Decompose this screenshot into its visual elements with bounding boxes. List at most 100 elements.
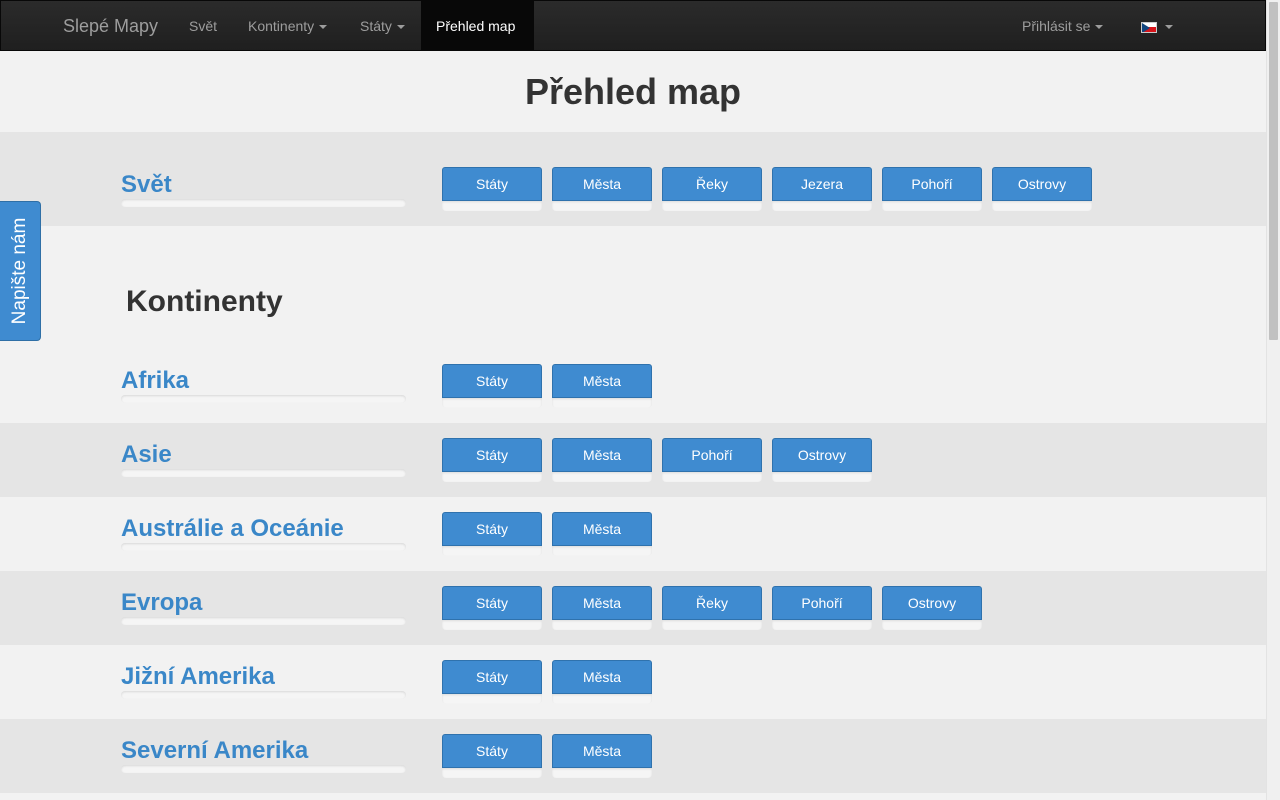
map-button[interactable]: Státy (442, 734, 542, 778)
map-button[interactable]: Města (552, 586, 652, 630)
map-button-progress (442, 620, 542, 630)
progress-bar (121, 765, 406, 773)
continent-row: Austrálie a Oceánie Státy Města (0, 497, 1266, 571)
map-button-label: Státy (442, 660, 542, 694)
login-dropdown[interactable]: Přihlásit se (1007, 1, 1118, 51)
continent-title[interactable]: Jižní Amerika (121, 663, 275, 691)
map-button-label: Státy (442, 438, 542, 472)
map-button[interactable]: Státy (442, 660, 542, 704)
map-button[interactable]: Města (552, 438, 652, 482)
map-button-progress (662, 620, 762, 630)
map-button[interactable]: Řeky (662, 586, 762, 630)
map-button[interactable]: Ostrovy (992, 167, 1092, 211)
map-button-label: Města (552, 167, 652, 201)
world-title[interactable]: Svět (121, 171, 172, 199)
section-title: Kontinenty (126, 285, 283, 318)
scrollbar[interactable] (1266, 0, 1280, 800)
continent-row: Jižní Amerika Státy Města (0, 645, 1266, 719)
map-button-progress (772, 620, 872, 630)
map-button-label: Města (552, 660, 652, 694)
map-button[interactable]: Státy (442, 512, 542, 556)
map-button[interactable]: Státy (442, 438, 542, 482)
map-button[interactable]: Státy (442, 167, 542, 211)
map-button-progress (552, 201, 652, 211)
map-button[interactable]: Ostrovy (882, 586, 982, 630)
map-button-progress (552, 472, 652, 482)
map-button-label: Pohoří (772, 586, 872, 620)
language-dropdown[interactable] (1126, 1, 1188, 51)
nav-item-label: Kontinenty (248, 18, 315, 34)
map-button-label: Města (552, 586, 652, 620)
map-button[interactable]: Státy (442, 586, 542, 630)
map-button-progress (882, 620, 982, 630)
map-button[interactable]: Státy (442, 364, 542, 408)
caret-down-icon (1165, 25, 1173, 30)
map-button-label: Státy (442, 512, 542, 546)
czech-flag-icon (1141, 21, 1157, 33)
caret-down-icon (1095, 25, 1104, 30)
continent-title[interactable]: Afrika (121, 367, 189, 395)
map-button[interactable]: Města (552, 167, 652, 211)
nav-item-states[interactable]: Státy (345, 1, 420, 51)
map-button[interactable]: Města (552, 660, 652, 704)
nav-item-label: Přehled map (436, 18, 516, 34)
map-button-label: Ostrovy (882, 586, 982, 620)
nav-item-continents[interactable]: Kontinenty (233, 1, 342, 51)
map-button-progress (442, 768, 542, 778)
continent-row: Severní Amerika Státy Města (0, 719, 1266, 793)
map-button[interactable]: Města (552, 734, 652, 778)
feedback-label: Napište nám (9, 217, 30, 325)
scrollbar-thumb[interactable] (1269, 2, 1278, 340)
progress-bar (121, 543, 406, 551)
map-button[interactable]: Pohoří (662, 438, 762, 482)
map-button[interactable]: Pohoří (772, 586, 872, 630)
top-navbar: Slepé Mapy Svět Kontinenty Státy Přehled… (0, 0, 1266, 51)
nav-item-map-overview[interactable]: Přehled map (421, 1, 534, 51)
continent-row: Asie Státy Města Pohoří Ostrovy (0, 423, 1266, 497)
map-button-progress (552, 694, 652, 704)
feedback-tab[interactable]: Napište nám (0, 201, 41, 341)
progress-bar (121, 617, 406, 625)
map-button-progress (662, 201, 762, 211)
map-button-progress (662, 472, 762, 482)
page-title: Přehled map (524, 71, 742, 112)
map-button-label: Pohoří (662, 438, 762, 472)
brand-link[interactable]: Slepé Mapy (63, 1, 158, 52)
nav-item-world[interactable]: Svět (174, 1, 232, 51)
map-button-label: Řeky (662, 586, 762, 620)
map-button-label: Města (552, 438, 652, 472)
map-button-progress (442, 694, 542, 704)
map-button[interactable]: Města (552, 364, 652, 408)
map-button-progress (992, 201, 1092, 211)
progress-bar (121, 395, 406, 403)
caret-down-icon (396, 25, 405, 30)
map-button-label: Města (552, 364, 652, 398)
map-button[interactable]: Pohoří (882, 167, 982, 211)
map-button[interactable]: Města (552, 512, 652, 556)
continent-title[interactable]: Evropa (121, 589, 202, 617)
caret-down-icon (319, 25, 328, 30)
map-button-progress (552, 398, 652, 408)
world-row: Svět Státy Města Řeky Jezera Pohoří Ostrovy (0, 132, 1266, 226)
map-button-progress (442, 201, 542, 211)
continent-title[interactable]: Severní Amerika (121, 737, 308, 765)
continent-title[interactable]: Austrálie a Oceánie (121, 515, 344, 543)
map-button[interactable]: Jezera (772, 167, 872, 211)
map-button-label: Města (552, 512, 652, 546)
map-button[interactable]: Řeky (662, 167, 762, 211)
map-button-progress (552, 620, 652, 630)
continent-row: Evropa Státy Města Řeky Pohoří Ostrovy (0, 571, 1266, 645)
continent-title[interactable]: Asie (121, 441, 172, 469)
map-button-label: Ostrovy (772, 438, 872, 472)
progress-bar (121, 469, 406, 477)
map-button-label: Jezera (772, 167, 872, 201)
map-button-progress (442, 398, 542, 408)
map-button-label: Řeky (662, 167, 762, 201)
map-button-progress (552, 768, 652, 778)
map-button-progress (772, 472, 872, 482)
map-button-label: Ostrovy (992, 167, 1092, 201)
map-button-progress (442, 472, 542, 482)
map-button-progress (882, 201, 982, 211)
map-button[interactable]: Ostrovy (772, 438, 872, 482)
continent-row: Afrika Státy Města (0, 349, 1266, 423)
